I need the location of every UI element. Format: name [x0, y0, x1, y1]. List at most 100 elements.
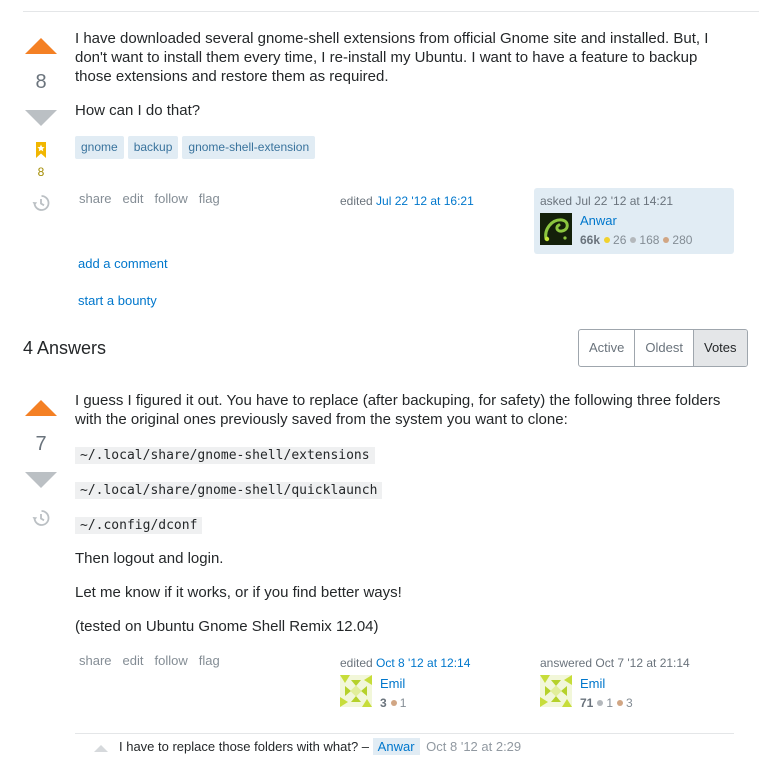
upvote-arrow-icon [25, 400, 57, 416]
identicon-avatar [340, 675, 372, 707]
gold-badges: 26 [604, 233, 626, 247]
question-vote-count: 8 [35, 71, 47, 93]
bronze-badges: 280 [663, 233, 692, 247]
comment-upvote-button[interactable] [92, 741, 110, 753]
answer-upvote-button[interactable] [23, 398, 59, 420]
answer-vote-count: 7 [35, 433, 47, 455]
follow-link[interactable]: follow [155, 653, 188, 668]
comment-divider [75, 733, 734, 734]
answer-paragraph: Then logout and login. [75, 550, 224, 567]
question-downvote-button[interactable] [23, 106, 59, 128]
bronze-badge-icon [390, 700, 397, 706]
silver-badges: 168 [630, 233, 659, 247]
flag-link[interactable]: flag [199, 653, 220, 668]
tag-gnome[interactable]: gnome [75, 136, 124, 159]
bronze-badges: 1 [390, 696, 406, 710]
tab-active[interactable]: Active [579, 330, 636, 366]
tag-gnome-shell-extension[interactable]: gnome-shell-extension [182, 136, 316, 159]
bronze-badge-icon [617, 700, 624, 706]
edited-time-link[interactable]: Oct 8 '12 at 12:14 [376, 656, 470, 670]
asked-time: Jul 22 '12 at 14:21 [575, 194, 674, 208]
answered-info: answered Oct 7 '12 at 21:14 [540, 656, 690, 670]
question-owner-card: asked Jul 22 '12 at 14:21 Anwar 66k 26 168… [534, 188, 734, 254]
author-name-link[interactable]: Emil [580, 676, 605, 691]
question-history-button[interactable] [31, 193, 51, 213]
tab-votes[interactable]: Votes [693, 330, 747, 366]
edited-label: edited [340, 656, 373, 670]
answer-paragraph: Let me know if it works, or if you find … [75, 584, 402, 601]
answer-editor-card: edited Oct 8 '12 at 12:14 Emil 31 [340, 656, 520, 712]
bookmark-count: 8 [37, 165, 45, 179]
editor-name-link[interactable]: Emil [380, 676, 405, 691]
comment-time[interactable]: Oct 8 '12 at 2:29 [426, 739, 521, 754]
answered-label: answered [540, 656, 593, 670]
answer-sort-tabs: Active Oldest Votes [578, 329, 748, 367]
bookmark-button[interactable] [31, 140, 51, 160]
silver-badge-icon [630, 237, 637, 243]
avatar[interactable] [340, 675, 372, 707]
reputation-score: 3 [380, 696, 387, 710]
reputation-score: 66k [580, 233, 601, 247]
code-path: ~/.local/share/gnome-shell/quicklaunch [75, 481, 383, 499]
start-bounty-link[interactable]: start a bounty [78, 293, 157, 308]
answered-time: Oct 7 '12 at 21:14 [595, 656, 690, 670]
share-link[interactable]: share [79, 191, 112, 206]
owner-reputation: 66k 26 168 280 [580, 231, 692, 249]
answers-count-heading: 4 Answers [23, 338, 106, 359]
editor-reputation: 31 [380, 694, 406, 712]
question-post-menu: share edit follow flag [79, 191, 231, 206]
upvote-arrow-icon [25, 38, 57, 54]
tab-oldest[interactable]: Oldest [635, 330, 694, 366]
answer-intro: I guess I figured it out. You have to re… [75, 392, 721, 428]
code-path: ~/.config/dconf [75, 516, 203, 534]
tag-backup[interactable]: backup [127, 136, 179, 159]
history-icon [32, 195, 50, 211]
add-comment-link[interactable]: add a comment [78, 256, 168, 271]
question-body: I have downloaded several gnome-shell ex… [75, 29, 725, 120]
answer-post-menu: share edit follow flag [79, 653, 231, 668]
downvote-arrow-icon [25, 110, 57, 126]
upvote-arrow-icon [94, 745, 108, 752]
author-reputation: 71 1 3 [580, 694, 633, 712]
question-paragraph: I have downloaded several gnome-shell ex… [75, 30, 709, 85]
reputation-score: 71 [580, 696, 594, 710]
edited-label: edited [340, 194, 373, 208]
tag-list: gnome backup gnome-shell-extension [75, 136, 319, 159]
comment-text: I have to replace those folders with wha… [119, 739, 370, 754]
answer-author-card: answered Oct 7 '12 at 21:14 Emil 71 1 3 [540, 656, 730, 712]
answer-history-button[interactable] [31, 508, 51, 528]
code-path: ~/.local/share/gnome-shell/extensions [75, 446, 375, 464]
identicon-avatar [540, 675, 572, 707]
avatar[interactable] [540, 213, 572, 245]
silver-badge-icon [597, 700, 604, 706]
comment: I have to replace those folders with wha… [119, 738, 521, 755]
asked-info: asked Jul 22 '12 at 14:21 [540, 194, 673, 208]
share-link[interactable]: share [79, 653, 112, 668]
answers-count: 4 [23, 338, 34, 358]
avatar-image [540, 213, 572, 245]
gold-badge-icon [604, 237, 611, 243]
bronze-badge-icon [663, 237, 670, 243]
answer-paragraph: (tested on Ubuntu Gnome Shell Remix 12.0… [75, 618, 379, 635]
top-divider [23, 11, 759, 12]
silver-badges: 1 [597, 696, 613, 710]
question-upvote-button[interactable] [23, 36, 59, 58]
asked-label: asked [540, 194, 573, 208]
bronze-badges: 3 [617, 696, 633, 710]
edit-link[interactable]: edit [123, 191, 144, 206]
downvote-arrow-icon [25, 472, 57, 488]
flag-link[interactable]: flag [199, 191, 220, 206]
question-paragraph: How can I do that? [75, 102, 201, 119]
edited-time-link[interactable]: Jul 22 '12 at 16:21 [376, 194, 474, 208]
bookmark-icon [36, 142, 46, 158]
question-edit-info: edited Jul 22 '12 at 16:21 [340, 194, 474, 208]
history-icon [32, 510, 50, 526]
answers-label: Answers [37, 338, 107, 358]
avatar[interactable] [540, 675, 572, 707]
comment-user-link[interactable]: Anwar [372, 738, 420, 755]
follow-link[interactable]: follow [155, 191, 188, 206]
answer-edit-info: edited Oct 8 '12 at 12:14 [340, 656, 470, 670]
edit-link[interactable]: edit [123, 653, 144, 668]
owner-name-link[interactable]: Anwar [580, 213, 617, 228]
answer-downvote-button[interactable] [23, 468, 59, 490]
